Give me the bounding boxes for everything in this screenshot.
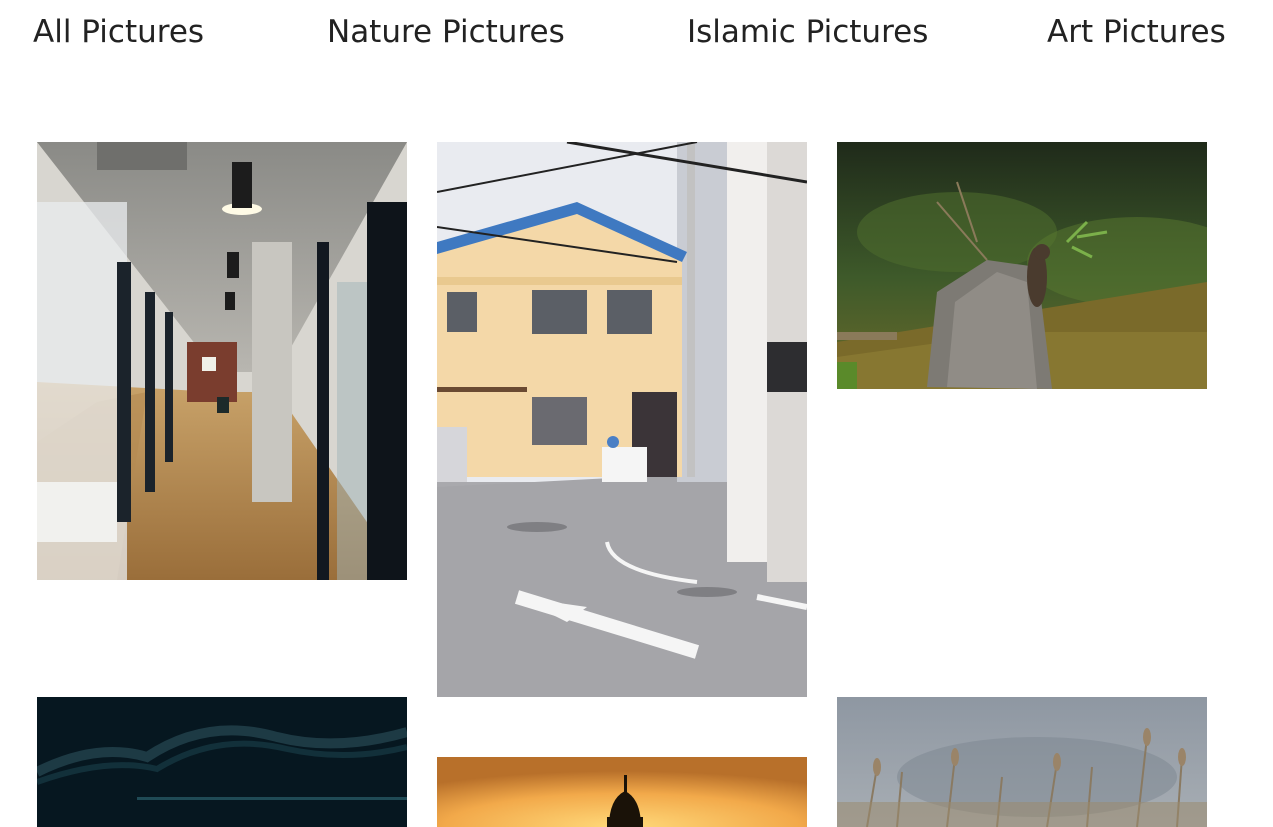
photo-mosque-dome-sunset[interactable] xyxy=(437,757,807,827)
photo-office-corridor[interactable] xyxy=(37,142,407,580)
nav-nature-pictures[interactable]: Nature Pictures xyxy=(327,12,565,52)
photo-street-corner-house[interactable] xyxy=(437,142,807,697)
nav-art-pictures[interactable]: Art Pictures xyxy=(1047,12,1226,52)
nav-islamic-pictures[interactable]: Islamic Pictures xyxy=(687,12,928,52)
photo-foggy-reeds[interactable] xyxy=(837,697,1207,827)
nav-all-pictures[interactable]: All Pictures xyxy=(33,12,204,52)
photo-dark-mesh-structure[interactable] xyxy=(37,697,407,827)
category-nav: All Pictures Nature Pictures Islamic Pic… xyxy=(0,0,1273,70)
photo-squirrel-on-stump[interactable] xyxy=(837,142,1207,389)
